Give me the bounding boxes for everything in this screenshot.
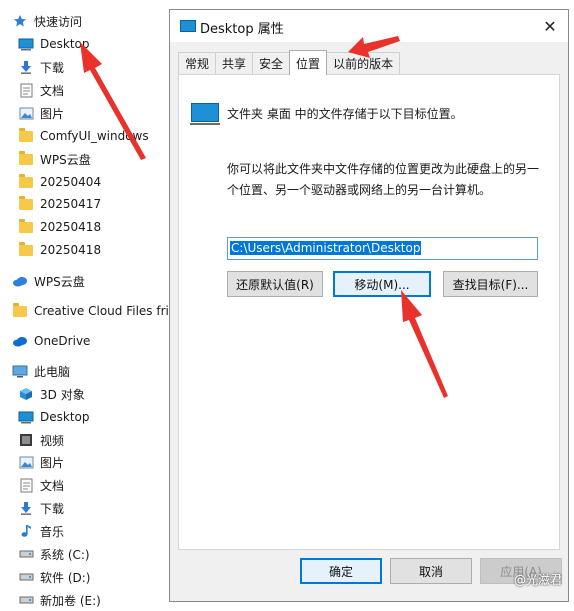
sidebar-item[interactable]: 图片	[18, 102, 64, 124]
dialog-title: Desktop 属性	[200, 22, 284, 37]
folder-icon	[18, 173, 34, 190]
sidebar-item[interactable]: 3D 对象	[18, 383, 85, 405]
sidebar-item-label: 视频	[40, 433, 65, 448]
3d-objects-icon	[18, 386, 34, 402]
sidebar-item[interactable]: OneDrive	[12, 330, 90, 352]
music-icon	[18, 523, 34, 539]
sidebar-item[interactable]: 20250418	[18, 239, 101, 261]
folder-icon	[12, 302, 28, 319]
picture-icon	[18, 454, 34, 470]
sidebar-item[interactable]: 下载	[18, 56, 64, 78]
sidebar-item[interactable]: 图片	[18, 451, 64, 473]
document-icon	[18, 82, 34, 98]
tab-security[interactable]: 安全	[252, 52, 291, 74]
drive-icon	[18, 592, 34, 608]
location-path-input[interactable]: C:\Users\Administrator\Desktop	[227, 237, 538, 260]
sidebar-item[interactable]: 音乐	[18, 520, 64, 542]
sidebar-item-label: 20250418	[40, 243, 102, 257]
sidebar-item-label: 文档	[40, 83, 65, 98]
tab-sharing[interactable]: 共享	[215, 52, 254, 74]
onedrive-icon	[12, 333, 28, 349]
video-icon	[18, 432, 34, 448]
close-button[interactable]: ✕	[536, 12, 564, 40]
download-icon	[18, 59, 34, 75]
sidebar-item-label: 软件 (D:)	[40, 570, 91, 585]
sidebar-item[interactable]: 新加卷 (E:)	[18, 589, 101, 611]
location-description: 你可以将此文件夹中文件存储的位置更改为此硬盘上的另一个位置、另一个驱动器或网络上…	[227, 162, 540, 197]
folder-icon	[18, 150, 34, 167]
sidebar-item[interactable]: 系统 (C:)	[18, 543, 90, 565]
cloud-icon	[12, 273, 28, 289]
explorer-nav-pane: 快速访问 Desktop 下载 文档 图片 ComfyUI_windows WPS云盘 202…	[0, 0, 181, 608]
sidebar-item-label: 下载	[40, 60, 65, 75]
move-button[interactable]: 移动(M)...	[333, 271, 431, 297]
sidebar-item[interactable]: 软件 (D:)	[18, 566, 90, 588]
sidebar-item[interactable]: 20250418	[18, 216, 101, 238]
desktop-icon	[18, 409, 34, 425]
document-icon	[18, 477, 34, 493]
tab-previous-versions[interactable]: 以前的版本	[326, 52, 401, 74]
location-path-value: C:\Users\Administrator\Desktop	[230, 241, 422, 255]
sidebar-item[interactable]: 快速访问	[12, 10, 82, 32]
sidebar-item[interactable]: Creative Cloud Files frim	[12, 300, 181, 322]
sidebar-item[interactable]: Desktop	[18, 406, 90, 428]
drive-icon	[18, 569, 34, 585]
tab-location[interactable]: 位置	[289, 50, 328, 75]
download-icon	[18, 500, 34, 516]
sidebar-item-label: 图片	[40, 106, 65, 121]
computer-icon	[12, 363, 28, 379]
sidebar-item-label: OneDrive	[34, 334, 91, 348]
sidebar-item-label: 20250417	[40, 197, 102, 211]
sidebar-item-label: 系统 (C:)	[40, 547, 90, 562]
sidebar-item[interactable]: 此电脑	[12, 360, 70, 382]
picture-icon	[18, 105, 34, 121]
sidebar-item-label: 新加卷 (E:)	[40, 593, 101, 608]
folder-icon	[18, 218, 34, 235]
sidebar-item-label: Desktop	[40, 410, 90, 424]
sidebar-item[interactable]: WPS云盘	[18, 148, 91, 170]
tab-general[interactable]: 常规	[178, 52, 217, 74]
sidebar-item-label: ComfyUI_windows	[40, 129, 149, 143]
star-icon	[12, 13, 28, 29]
location-heading: 文件夹 桌面 中的文件存储于以下目标位置。	[227, 107, 463, 121]
sidebar-item[interactable]: ComfyUI_windows	[18, 125, 149, 147]
desktop-folder-icon	[190, 103, 220, 125]
sidebar-item-label: 音乐	[40, 524, 65, 539]
sidebar-item-label: 20250418	[40, 220, 102, 234]
desktop-folder-icon	[180, 20, 196, 32]
sidebar-item-label: WPS云盘	[40, 152, 91, 167]
folder-icon	[18, 195, 34, 212]
sidebar-item-label: 20250404	[40, 175, 102, 189]
drive-icon	[18, 546, 34, 562]
sidebar-item-label: 快速访问	[34, 14, 83, 29]
sidebar-item[interactable]: Desktop	[18, 33, 90, 55]
sidebar-item[interactable]: 文档	[18, 474, 64, 496]
restore-default-button[interactable]: 还原默认值(R)	[227, 271, 323, 297]
tab-strip: 常规 共享 安全 位置 以前的版本	[178, 50, 401, 75]
location-tab-panel: 文件夹 桌面 中的文件存储于以下目标位置。 你可以将此文件夹中文件存储的位置更改…	[178, 74, 560, 550]
sidebar-item[interactable]: 视频	[18, 429, 64, 451]
folder-icon	[18, 127, 34, 144]
sidebar-item-label: WPS云盘	[34, 274, 85, 289]
sidebar-item[interactable]: 20250404	[18, 171, 101, 193]
desktop-properties-dialog: Desktop 属性 ✕ 常规 共享 安全 位置 以前的版本 文件夹 桌面 中的…	[169, 9, 569, 602]
sidebar-item-label: Creative Cloud Files frim	[34, 304, 181, 318]
sidebar-item-label: 文档	[40, 478, 65, 493]
ok-button[interactable]: 确定	[300, 558, 382, 584]
sidebar-item-label: 下载	[40, 501, 65, 516]
sidebar-item[interactable]: 20250417	[18, 193, 101, 215]
folder-icon	[18, 241, 34, 258]
sidebar-item-label: Desktop	[40, 37, 90, 51]
desktop-icon	[18, 36, 34, 52]
sidebar-item[interactable]: WPS云盘	[12, 270, 85, 292]
sidebar-item[interactable]: 下载	[18, 497, 64, 519]
sidebar-item-label: 图片	[40, 455, 65, 470]
sidebar-item[interactable]: 文档	[18, 79, 64, 101]
find-target-button[interactable]: 查找目标(F)...	[443, 271, 538, 297]
sidebar-item-label: 此电脑	[34, 364, 71, 379]
cancel-button[interactable]: 取消	[390, 558, 472, 584]
watermark: @光滋君	[513, 573, 562, 587]
dialog-titlebar[interactable]: Desktop 属性 ✕	[170, 10, 568, 42]
sidebar-item-label: 3D 对象	[40, 387, 85, 402]
